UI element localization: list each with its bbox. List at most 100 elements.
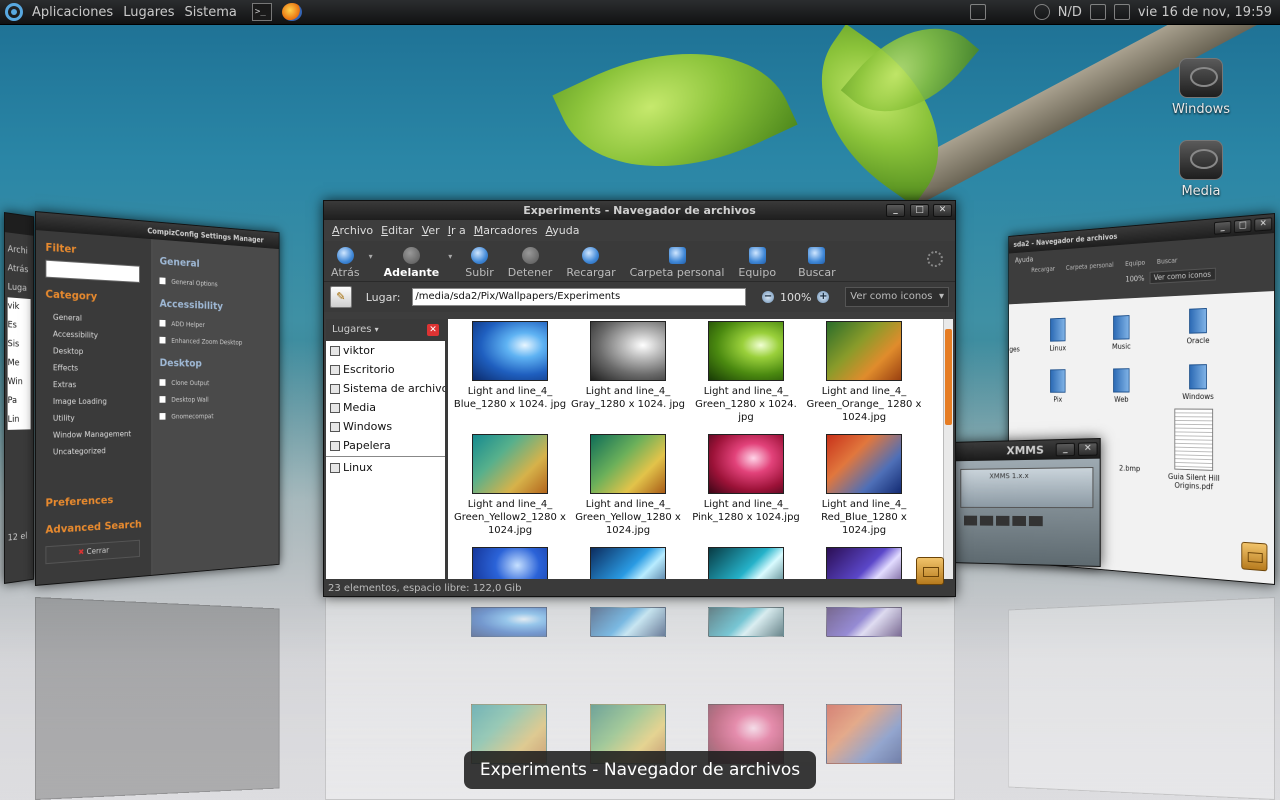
close-sidebar-icon[interactable]: ✕: [427, 324, 439, 336]
file-item[interactable]: Light and line_4_ Gray_1280 x 1024. jpg: [569, 321, 687, 411]
minimize-button[interactable]: _: [886, 204, 905, 217]
close-button[interactable]: ✕: [1254, 217, 1272, 231]
category-item[interactable]: Image Loading: [45, 393, 142, 410]
network-manager-icon[interactable]: [1090, 4, 1106, 20]
file-item[interactable]: Light and line_4_ Red_Blue_1280 x 1024.j…: [805, 434, 923, 537]
stop-button[interactable]: Detener: [501, 247, 560, 279]
file-item[interactable]: 2.bmp: [1101, 463, 1159, 473]
file-item[interactable]: Guia Silent Hill Origins.pdf: [1163, 408, 1225, 491]
view-mode-select[interactable]: Ver como iconos: [845, 287, 949, 307]
file-manager-window[interactable]: Experiments - Navegador de archivos _ □ …: [323, 200, 956, 597]
menu-marcadores[interactable]: Marcadores: [470, 224, 542, 237]
volume-muted-icon[interactable]: [1114, 4, 1130, 20]
view-mode-select[interactable]: Ver como iconos: [1149, 268, 1215, 284]
stop-icon[interactable]: [1012, 516, 1026, 526]
computer-button[interactable]: Equipo: [731, 247, 783, 279]
file-item[interactable]: Light and line_4_ Green_Yellow_1280 x 10…: [569, 434, 687, 537]
minimize-button[interactable]: _: [1214, 221, 1231, 235]
desktop-icon-windows[interactable]: Windows: [1161, 58, 1241, 117]
previous-icon[interactable]: [964, 516, 977, 526]
maximize-button[interactable]: □: [910, 204, 929, 217]
forward-history-dropdown-icon[interactable]: ▾: [448, 252, 452, 261]
chevron-down-icon[interactable]: ▾: [375, 325, 379, 334]
menu-system[interactable]: Sistema: [180, 5, 242, 20]
file-item[interactable]: Light and line_4_ Blue_1280 x 1024. jpg: [451, 321, 569, 411]
back-button[interactable]: Atrás ▾: [324, 247, 367, 279]
forward-button[interactable]: Adelante ▾: [377, 247, 447, 279]
firefox-launcher-icon[interactable]: [282, 3, 302, 21]
menu-ver[interactable]: Ver: [418, 224, 444, 237]
power-plug-icon[interactable]: [1034, 4, 1050, 20]
computer-button[interactable]: Equipo: [1125, 259, 1145, 268]
vertical-scrollbar[interactable]: [943, 319, 953, 579]
xmms-window[interactable]: XMMS _ ✕ XMMS 1.x.x: [954, 438, 1101, 567]
advanced-search-button[interactable]: Advanced Search: [45, 518, 142, 537]
plugin-option[interactable]: Clone Output: [160, 374, 275, 391]
reload-button[interactable]: Recargar: [559, 247, 622, 279]
filter-input[interactable]: [45, 260, 140, 283]
search-button[interactable]: Buscar: [791, 247, 843, 279]
plugin-option[interactable]: General Options: [160, 273, 275, 296]
file-item[interactable]: [451, 547, 569, 579]
category-item[interactable]: Utility: [45, 409, 142, 426]
folder-item[interactable]: Windows: [1167, 364, 1229, 401]
folder-item[interactable]: Pix: [1031, 369, 1085, 404]
back-history-dropdown-icon[interactable]: ▾: [369, 252, 373, 261]
plugin-option[interactable]: Desktop Wall: [160, 391, 275, 408]
plugin-option[interactable]: Enhanced Zoom Desktop: [160, 332, 275, 352]
category-item[interactable]: Effects: [45, 359, 142, 377]
left-background-window[interactable]: Archi Atrás Luga vik Es Sis Me Win Pa Li…: [4, 212, 34, 584]
sidebar-item-filesystem[interactable]: Sistema de archivos: [326, 379, 445, 398]
sidebar-item-media[interactable]: Media: [326, 398, 445, 417]
menu-places[interactable]: Lugares: [118, 5, 179, 20]
home-button[interactable]: Carpeta personal: [623, 247, 732, 279]
location-input[interactable]: /media/sda2/Pix/Wallpapers/Experiments: [412, 288, 746, 306]
sidebar-item-escritorio[interactable]: Escritorio: [326, 360, 445, 379]
folder-item[interactable]: Music: [1093, 314, 1150, 351]
scrollbar-thumb[interactable]: [945, 329, 952, 425]
file-item[interactable]: Light and line_4_ Green_Yellow2_1280 x 1…: [451, 434, 569, 537]
ccsm-window[interactable]: CompizConfig Settings Manager Filter Cat…: [35, 211, 280, 586]
terminal-launcher-icon[interactable]: >_: [252, 3, 272, 21]
network-status-text[interactable]: N/D: [1058, 5, 1082, 20]
menu-archivo[interactable]: Archivo: [328, 224, 377, 237]
file-item[interactable]: [569, 547, 687, 579]
category-item[interactable]: Extras: [45, 376, 142, 393]
file-item[interactable]: Light and line_4_ Pink_1280 x 1024.jpg: [687, 434, 805, 524]
preferences-button[interactable]: Preferences: [45, 492, 142, 509]
distro-logo-icon[interactable]: [5, 3, 23, 21]
desktop-icon-media[interactable]: Media: [1161, 140, 1241, 199]
xmms-titlebar[interactable]: XMMS _ ✕: [955, 439, 1100, 461]
sidebar-item-trash[interactable]: Papelera: [326, 436, 445, 455]
file-item[interactable]: Light and line_4_ Green_1280 x 1024. jpg: [687, 321, 805, 424]
menu-editar[interactable]: Editar: [377, 224, 418, 237]
network-workstation-icon[interactable]: [970, 4, 986, 20]
window-titlebar[interactable]: Experiments - Navegador de archivos _ □ …: [324, 201, 955, 220]
file-item[interactable]: [687, 547, 805, 579]
zoom-out-icon[interactable]: −: [762, 291, 774, 303]
next-icon[interactable]: [1029, 516, 1043, 526]
folder-item[interactable]: Linux: [1031, 317, 1085, 353]
maximize-button[interactable]: □: [1234, 219, 1252, 233]
file-item[interactable]: [805, 547, 923, 579]
menu-applications[interactable]: Aplicaciones: [27, 5, 118, 20]
sidebar-item-viktor[interactable]: viktor: [326, 341, 445, 360]
sidebar-item-windows[interactable]: Windows: [326, 417, 445, 436]
category-item[interactable]: Uncategorized: [45, 442, 142, 461]
file-item[interactable]: Light and line_4_ Green_Orange_ 1280 x 1…: [805, 321, 923, 424]
folder-item[interactable]: Web: [1093, 368, 1150, 404]
close-button[interactable]: ✖ Cerrar: [45, 540, 140, 564]
plugin-option[interactable]: Gnomecompat: [160, 408, 275, 426]
close-button[interactable]: ✕: [933, 204, 952, 217]
clock[interactable]: vie 16 de nov, 19:59: [1138, 5, 1272, 20]
menu-ir-a[interactable]: Ir a: [444, 224, 470, 237]
close-button[interactable]: ✕: [1078, 442, 1098, 456]
zoom-in-icon[interactable]: +: [817, 291, 829, 303]
minimize-button[interactable]: _: [1056, 443, 1075, 457]
folder-item[interactable]: Oracle: [1167, 307, 1229, 346]
up-button[interactable]: Subir: [458, 247, 501, 279]
sidebar-header-select[interactable]: Lugares: [332, 324, 371, 335]
play-icon[interactable]: [980, 516, 993, 526]
toggle-location-edit-icon[interactable]: ✎: [330, 286, 352, 308]
zoom-level[interactable]: 100%: [780, 291, 811, 304]
